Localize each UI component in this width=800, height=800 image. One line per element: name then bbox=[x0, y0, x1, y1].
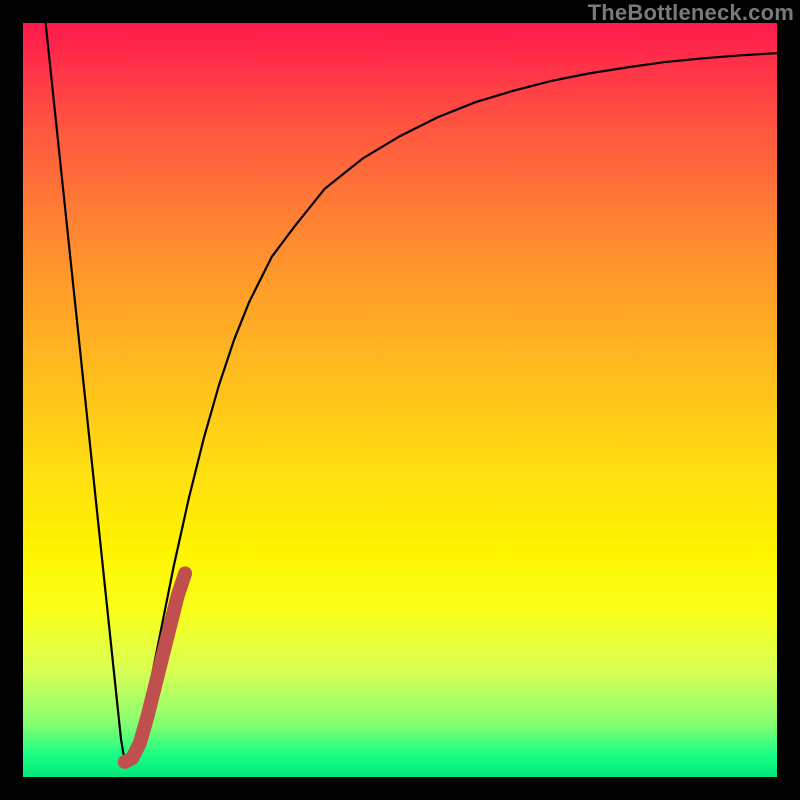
highlight-segment bbox=[125, 573, 185, 762]
primary-curve bbox=[46, 23, 777, 762]
plot-area bbox=[23, 23, 777, 777]
chart-frame: TheBottleneck.com bbox=[0, 0, 800, 800]
chart-svg bbox=[23, 23, 777, 777]
